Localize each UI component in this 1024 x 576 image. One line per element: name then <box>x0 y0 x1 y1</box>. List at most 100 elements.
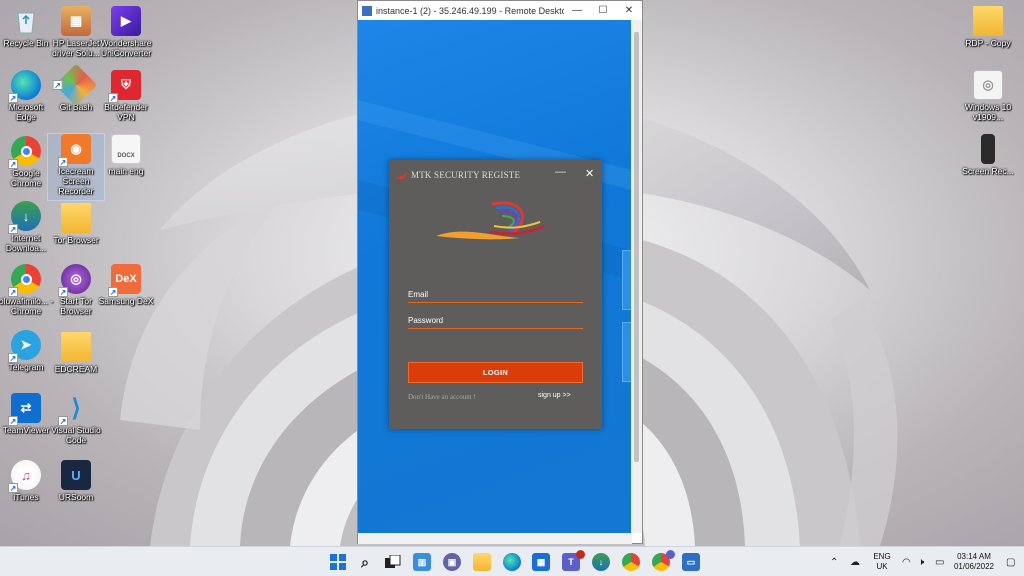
desktop-icon-bitdefender[interactable]: ⛨ ↗ Bitdefender VPN <box>98 70 154 122</box>
file-explorer-icon[interactable] <box>473 553 491 571</box>
widgets-icon[interactable]: ▥ <box>413 553 431 571</box>
desktop-icon-telegram[interactable]: ➤ ↗ Telegram <box>0 330 54 372</box>
clock-date: 01/06/2022 <box>953 562 995 571</box>
chrome-taskbar-icon[interactable] <box>622 553 640 571</box>
volume-icon[interactable]: 🕨 <box>918 557 924 568</box>
desktop-icon-label: TeamViewer <box>2 425 50 435</box>
desktop-icon-label: Telegram <box>8 362 44 372</box>
desktop-icon-folder[interactable]: EDCREAM <box>48 332 104 374</box>
language-indicator[interactable]: ENG UK <box>870 552 894 572</box>
idm-taskbar-icon[interactable]: ↓ <box>592 553 610 571</box>
desktop-icon-label: Windows 10 v1909... <box>964 102 1012 122</box>
task-view-icon[interactable] <box>384 553 402 571</box>
chevron-up-icon[interactable]: ⌃ <box>830 557 838 568</box>
desktop-icon-icecream[interactable]: ◉ ↗ Icecream Screen Recorder <box>47 133 105 201</box>
chrome-profile-taskbar-icon[interactable] <box>652 550 675 571</box>
desktop-icon-dex[interactable]: DeX ↗ Samsung DeX <box>98 264 154 306</box>
desktop-icon-git[interactable]: ↗ Git Bash <box>48 63 104 112</box>
desktop-icon-vscode[interactable]: ⟩ ↗ Visual Studio Code <box>48 393 104 446</box>
desktop-icon-label: iTunes <box>13 492 39 502</box>
remote-desktop-taskbar-icon[interactable]: ▭ <box>682 553 700 571</box>
window-titlebar[interactable]: instance-1 (2) - 35.246.49.199 - Remote … <box>358 1 642 20</box>
desktop-icon-label: Start Tor Browser <box>60 296 92 316</box>
desktop-icon-idm[interactable]: ↓ ↗ Internet Downloa... <box>0 201 54 253</box>
desktop-icon-docx[interactable]: DOCX main eng <box>98 134 154 176</box>
desktop-icon-screen-rec[interactable]: Screen Rec... <box>960 134 1016 176</box>
notification-badge <box>666 550 675 559</box>
desktop-icon-label: Recycle Bin <box>3 38 49 48</box>
keyboard-layout: UK <box>876 562 888 571</box>
taskbar: ⌕ ▥ ▣ ▦ T ↓ ▭ ⌃ ☁ ENG UK ◠ 🕨 ▭ 03:14 AM … <box>0 546 1024 576</box>
desktop-icon-ursoom[interactable]: U URSoom <box>48 460 104 502</box>
vertical-scrollbar[interactable] <box>631 20 642 533</box>
recycle-bin-icon <box>11 6 41 36</box>
telegram-icon: ➤ ↗ <box>8 330 41 363</box>
teamviewer-icon: ⇄ ↗ <box>8 393 41 426</box>
git-bash-icon: ↗ <box>52 63 98 107</box>
edge-icon[interactable] <box>503 553 521 571</box>
desktop-icon-label: Icecream Screen Recorder <box>58 166 94 196</box>
desktop-icon-label: Internet Downloa... <box>5 233 47 253</box>
ursoom-icon: U <box>61 460 91 490</box>
scrollbar-thumb[interactable] <box>634 32 639 462</box>
desktop-icon-label: Wondershare UniConverter <box>100 38 152 58</box>
desktop-icon-label: HP LaserJet driver Solu... <box>52 38 100 58</box>
minimize-button[interactable]: — <box>564 5 590 16</box>
horizontal-scrollbar[interactable] <box>358 533 632 544</box>
teams-icon[interactable]: T <box>562 550 585 571</box>
desktop-icon-recycle-bin[interactable]: Recycle Bin <box>0 6 54 48</box>
cloud-sync-icon[interactable]: ☁ <box>850 557 860 568</box>
desktop-icon-hp[interactable]: ▦ HP LaserJet driver Solu... <box>48 6 104 58</box>
dialog-close-button[interactable]: ✕ <box>585 167 594 180</box>
desktop-icon-label: EDCREAM <box>54 364 98 374</box>
recorder-icon <box>981 134 995 164</box>
icecream-recorder-icon: ◉ ↗ <box>58 134 91 167</box>
window-title: instance-1 (2) - 35.246.49.199 - Remote … <box>376 5 564 16</box>
desktop-icon-windows10[interactable]: ◎ Windows 10 v1909... <box>960 70 1016 122</box>
desktop-icon-tor[interactable]: ◎ ↗ Start Tor Browser <box>48 264 104 316</box>
start-button[interactable] <box>329 553 347 571</box>
signup-link[interactable]: sign up >> <box>538 392 571 399</box>
tor-icon: ◎ ↗ <box>58 264 91 297</box>
battery-icon[interactable]: ▭ <box>935 557 944 568</box>
desktop-icon-tor-folder[interactable]: Tor Browser <box>48 203 104 245</box>
app-logo-icon <box>396 172 408 179</box>
desktop-icon-label: Samsung DeX <box>98 296 154 306</box>
disc-image-icon: ◎ <box>973 70 1003 100</box>
store-icon[interactable]: ▦ <box>532 553 550 571</box>
desktop-icon-edge[interactable]: ↗ Microsoft Edge <box>0 70 54 122</box>
wondershare-icon: ▶ <box>111 6 141 36</box>
remote-desktop-icon <box>362 5 372 16</box>
close-button[interactable]: ✕ <box>616 5 642 16</box>
notification-badge <box>576 550 585 559</box>
wifi-icon[interactable]: ◠ <box>902 557 911 568</box>
folder-icon <box>973 6 1003 36</box>
no-account-text: Don't Have an account ! <box>408 393 476 401</box>
dialog-titlebar[interactable]: MTK SECURITY REGISTE — ✕ <box>389 166 602 182</box>
desktop-icon-itunes[interactable]: ♫ ↗ iTunes <box>0 460 54 502</box>
dex-text: DeX <box>115 273 137 285</box>
desktop-icon-chrome[interactable]: ↗ Google Chrome <box>0 136 54 188</box>
email-field[interactable]: Email <box>408 290 428 299</box>
desktop-icon-rdp-copy[interactable]: RDP - Copy <box>960 6 1016 48</box>
teams-chat-icon[interactable]: ▣ <box>443 553 461 571</box>
brand-swoosh-logo <box>436 201 545 240</box>
desktop-icon-label: main eng <box>108 166 144 176</box>
dialog-minimize-button[interactable]: — <box>555 166 566 178</box>
password-field[interactable]: Password <box>408 316 443 325</box>
desktop-icon-teamviewer[interactable]: ⇄ ↗ TeamViewer <box>0 393 54 435</box>
clock[interactable]: 03:14 AM 01/06/2022 <box>950 552 998 572</box>
mtk-login-dialog[interactable]: MTK SECURITY REGISTE — ✕ Email Password … <box>389 160 602 429</box>
desktop-icon-wondershare[interactable]: ▶ Wondershare UniConverter <box>98 6 154 58</box>
login-button[interactable]: LOGIN <box>408 362 583 383</box>
notification-center-icon[interactable]: ▢ <box>1006 557 1015 568</box>
desktop-icon-chrome-profile[interactable]: ↗ oluwafimilo... - Chrome <box>0 264 54 316</box>
desktop-icon-label: Tor Browser <box>53 235 99 245</box>
maximize-button[interactable]: ☐ <box>590 5 616 16</box>
download-manager-icon: ↓ ↗ <box>8 201 41 234</box>
search-icon[interactable]: ⌕ <box>356 553 374 571</box>
package-icon: ▦ <box>61 6 91 36</box>
chrome-icon: ↗ <box>8 136 41 169</box>
desktop-icon-label: URSoom <box>58 492 94 502</box>
edge-icon: ↗ <box>8 70 41 103</box>
